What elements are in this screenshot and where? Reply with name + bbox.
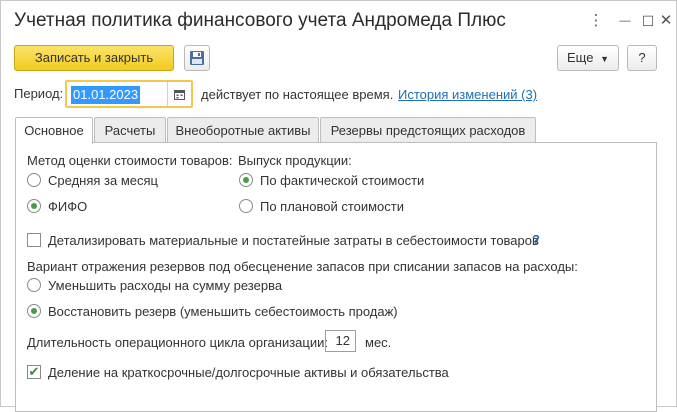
calendar-icon[interactable]	[167, 82, 191, 106]
period-note: действует по настоящее время.	[201, 87, 394, 102]
dialog-window: Учетная политика финансового учета Андро…	[0, 0, 677, 412]
cycle-unit: мес.	[365, 335, 392, 350]
dropdown-arrow-icon: ▼	[600, 54, 609, 64]
detail-costs-label: Детализировать материальные и постатейны…	[48, 233, 539, 248]
radio-restore-reserve[interactable]	[27, 304, 41, 318]
radio-reduce-expenses-label: Уменьшить расходы на сумму резерва	[48, 278, 283, 293]
period-date-value: 01.01.2023	[71, 86, 141, 104]
history-link[interactable]: История изменений (3)	[398, 87, 537, 102]
radio-average-month-label: Средняя за месяц	[48, 173, 158, 188]
cycle-label: Длительность операционного цикла организ…	[27, 335, 328, 350]
help-button[interactable]: ?	[627, 45, 657, 71]
radio-actual-cost-label: По фактической стоимости	[260, 173, 425, 188]
minimize-icon[interactable]: —	[614, 10, 636, 32]
radio-restore-reserve-label: Восстановить резерв (уменьшить себестоим…	[48, 304, 398, 319]
production-label: Выпуск продукции:	[238, 153, 352, 168]
checkbox-detail-costs[interactable]	[27, 233, 41, 247]
window-title: Учетная политика финансового учета Андро…	[14, 10, 506, 31]
checkmark-icon: ✔	[28, 364, 40, 379]
radio-average-month[interactable]	[27, 173, 41, 187]
period-date-input[interactable]: 01.01.2023	[65, 80, 193, 108]
tab-fixed-assets[interactable]: Внеоборотные активы	[167, 117, 319, 143]
period-label: Период:	[14, 86, 64, 101]
save-and-close-button[interactable]: Записать и закрыть	[14, 45, 174, 71]
save-button[interactable]	[184, 45, 210, 71]
detail-costs-help-icon[interactable]: ?	[532, 232, 540, 247]
radio-fifo-label: ФИФО	[48, 199, 88, 214]
floppy-disk-icon	[190, 51, 204, 65]
tab-settlements[interactable]: Расчеты	[94, 117, 166, 143]
more-button-label: Еще	[567, 50, 594, 65]
checkbox-split-assets[interactable]: ✔	[27, 365, 41, 379]
tab-reserves[interactable]: Резервы предстоящих расходов	[320, 117, 536, 143]
more-button[interactable]: Еще ▼	[557, 45, 619, 71]
tab-main[interactable]: Основное	[15, 117, 93, 144]
radio-actual-cost[interactable]	[239, 173, 253, 187]
close-icon[interactable]: ✕	[655, 10, 677, 32]
more-vert-icon[interactable]: ⋮	[585, 10, 607, 32]
radio-fifo[interactable]	[27, 199, 41, 213]
radio-planned-cost[interactable]	[239, 199, 253, 213]
cost-method-label: Метод оценки стоимости товаров:	[27, 153, 233, 168]
radio-planned-cost-label: По плановой стоимости	[260, 199, 404, 214]
cycle-months-input[interactable]: 12	[325, 330, 356, 352]
reserves-label: Вариант отражения резервов под обесценен…	[27, 259, 578, 274]
radio-reduce-expenses[interactable]	[27, 278, 41, 292]
split-assets-label: Деление на краткосрочные/долгосрочные ак…	[48, 365, 449, 380]
